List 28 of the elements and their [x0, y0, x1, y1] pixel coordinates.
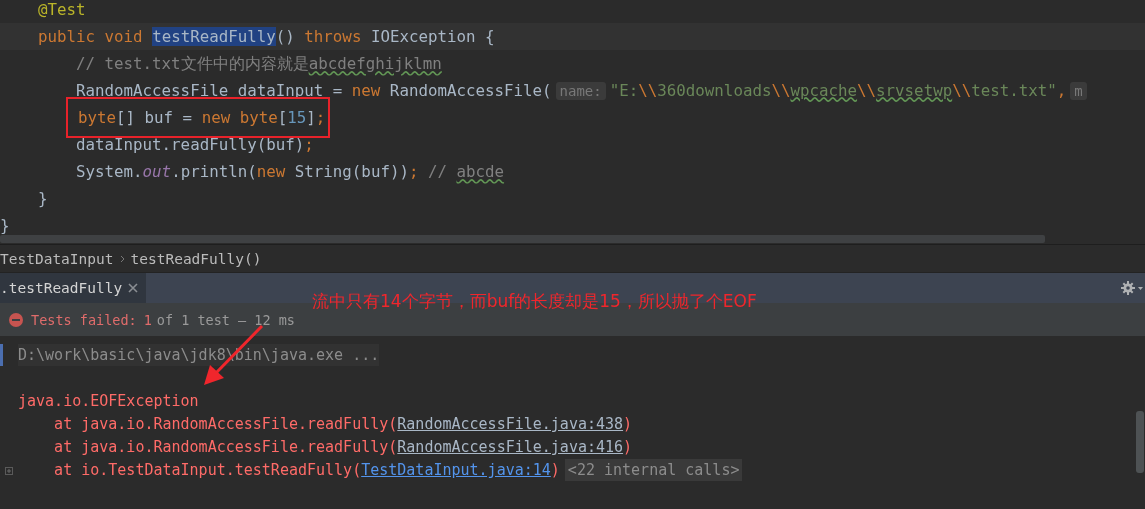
code-line: public void testReadFully() throws IOException {	[38, 26, 495, 48]
failed-count: 1	[143, 311, 152, 328]
source-link[interactable]: TestDataInput.java:14	[361, 461, 551, 479]
horizontal-scrollbar[interactable]	[0, 235, 1045, 243]
status-label: Tests failed:	[31, 311, 137, 328]
source-link[interactable]: RandomAccessFile.java:438	[397, 415, 624, 433]
status-detail: of 1 test – 12 ms	[156, 311, 295, 328]
breadcrumb-item[interactable]: TestDataInput	[0, 250, 114, 267]
code-line: dataInput.readFully(buf);	[76, 134, 314, 156]
code-line: // test.txt文件中的内容就是abcdefghijklmn	[76, 53, 442, 75]
chevron-icon	[119, 254, 125, 263]
failed-icon	[8, 311, 24, 328]
code-line: System.out.println(new String(buf)); // abcde	[76, 161, 505, 183]
code-line: }	[38, 188, 48, 210]
annotation-note: 流中只有14个字节，而buf的长度却是15，所以抛了个EOF	[312, 290, 757, 313]
console-line: at java.io.RandomAccessFile.readFully(RandomAccessFile.java:416)	[53, 437, 633, 458]
console-line: at java.io.RandomAccessFile.readFully(RandomAccessFile.java:438)	[53, 414, 633, 435]
vertical-scrollbar[interactable]	[1136, 411, 1144, 473]
expand-icon[interactable]	[5, 466, 13, 475]
console-line: at io.TestDataInput.testReadFully(TestDataInput.java:14) <22 internal calls>	[18, 459, 743, 482]
breadcrumb-item[interactable]: testReadFully()	[130, 250, 262, 267]
console-line: java.io.EOFException	[18, 391, 199, 412]
source-link[interactable]: RandomAccessFile.java:416	[397, 438, 624, 456]
close-icon[interactable]	[128, 283, 139, 293]
code-line: @Test	[38, 0, 86, 21]
run-tab[interactable]: .testReadFully	[0, 273, 147, 303]
settings-icon[interactable]	[1120, 280, 1144, 296]
code-line: }	[0, 215, 10, 234]
